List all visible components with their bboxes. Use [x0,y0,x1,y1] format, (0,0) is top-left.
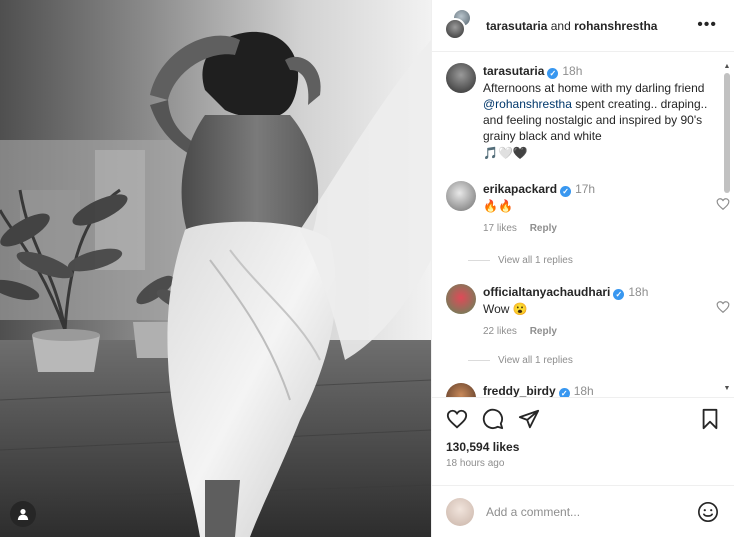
post-timestamp[interactable]: 18 hours ago [446,458,504,469]
post-header: tarasutaria and rohanshrestha ••• [432,0,734,52]
avatar[interactable] [446,63,476,93]
post-photo[interactable] [0,0,431,537]
comment-meta: 17 likes Reply [483,223,713,234]
comments-scrollbar[interactable]: ▲ ▼ [723,63,731,393]
avatar[interactable] [446,383,476,397]
author-separator: and [550,18,571,33]
comment: erikapackard ✓ 17h 🔥🔥 17 likes Reply [446,181,730,241]
scrollbar-thumb[interactable] [724,73,730,193]
comment-username[interactable]: officialtanyachaudhari [483,285,610,299]
comment-username[interactable]: erikapackard [483,182,557,196]
comment-username[interactable]: freddy_birdy [483,384,556,397]
comment-likes[interactable]: 22 likes [483,326,517,337]
comment-time: 17h [575,182,596,196]
comments-list[interactable]: tarasutaria ✓ 18h Afternoons at home with … [432,53,734,397]
view-replies-button[interactable]: View all 1 replies [468,255,573,266]
comment: freddy_birdy ✓ 18h [446,383,716,397]
post-image [0,0,431,537]
verified-icon: ✓ [560,186,572,197]
caption-emoji: 🎵🤍🖤 [483,146,528,160]
mention-link[interactable]: @rohanshrestha [483,97,572,111]
tagged-users-button[interactable] [10,501,36,527]
verified-icon: ✓ [558,388,570,397]
user-tag-icon [17,509,29,520]
post-side-panel: tarasutaria and rohanshrestha ••• tarasu… [431,0,734,537]
comment-meta: 22 likes Reply [483,326,713,337]
comment-text: 🔥🔥 [483,199,513,213]
post-modal: tarasutaria and rohanshrestha ••• tarasu… [0,0,734,537]
view-replies-button[interactable]: View all 1 replies [468,355,573,366]
bookmark-icon[interactable] [699,408,721,430]
share-icon[interactable] [518,408,540,430]
heart-icon[interactable] [446,408,468,430]
avatar[interactable] [446,181,476,211]
likes-count[interactable]: 130,594 likes [446,440,519,454]
caption-time: 18h [562,64,583,78]
post-authors: tarasutaria and rohanshrestha [486,19,657,33]
avatar[interactable] [446,284,476,314]
action-bar [432,397,734,437]
add-comment-bar [432,485,734,537]
smiley-icon[interactable] [697,501,719,523]
verified-icon: ✓ [547,68,559,79]
comment-icon[interactable] [482,408,504,430]
comment-time: 18h [628,285,649,299]
comment-time: 18h [573,384,594,397]
scroll-down-arrow-icon[interactable]: ▼ [723,385,731,393]
caption: tarasutaria ✓ 18h Afternoons at home with … [446,63,716,173]
author-link[interactable]: rohanshrestha [574,19,657,33]
collab-avatars[interactable] [444,7,474,40]
verified-icon: ✓ [613,289,625,300]
avatar [446,497,474,526]
reply-button[interactable]: Reply [530,223,557,234]
more-options-icon[interactable]: ••• [697,17,717,33]
caption-text: Afternoons at home with my darling frien… [483,81,708,143]
scroll-up-arrow-icon[interactable]: ▲ [723,63,731,71]
caption-username[interactable]: tarasutaria [483,64,544,78]
comment-input[interactable] [486,504,686,519]
author-link[interactable]: tarasutaria [486,19,547,33]
divider [468,260,490,261]
comment: officialtanyachaudhari ✓ 18h Wow 😮 22 like… [446,284,730,344]
reply-button[interactable]: Reply [530,326,557,337]
comment-likes[interactable]: 17 likes [483,223,517,234]
divider [468,360,490,361]
comment-text: Wow 😮 [483,302,528,316]
avatar [444,17,466,40]
